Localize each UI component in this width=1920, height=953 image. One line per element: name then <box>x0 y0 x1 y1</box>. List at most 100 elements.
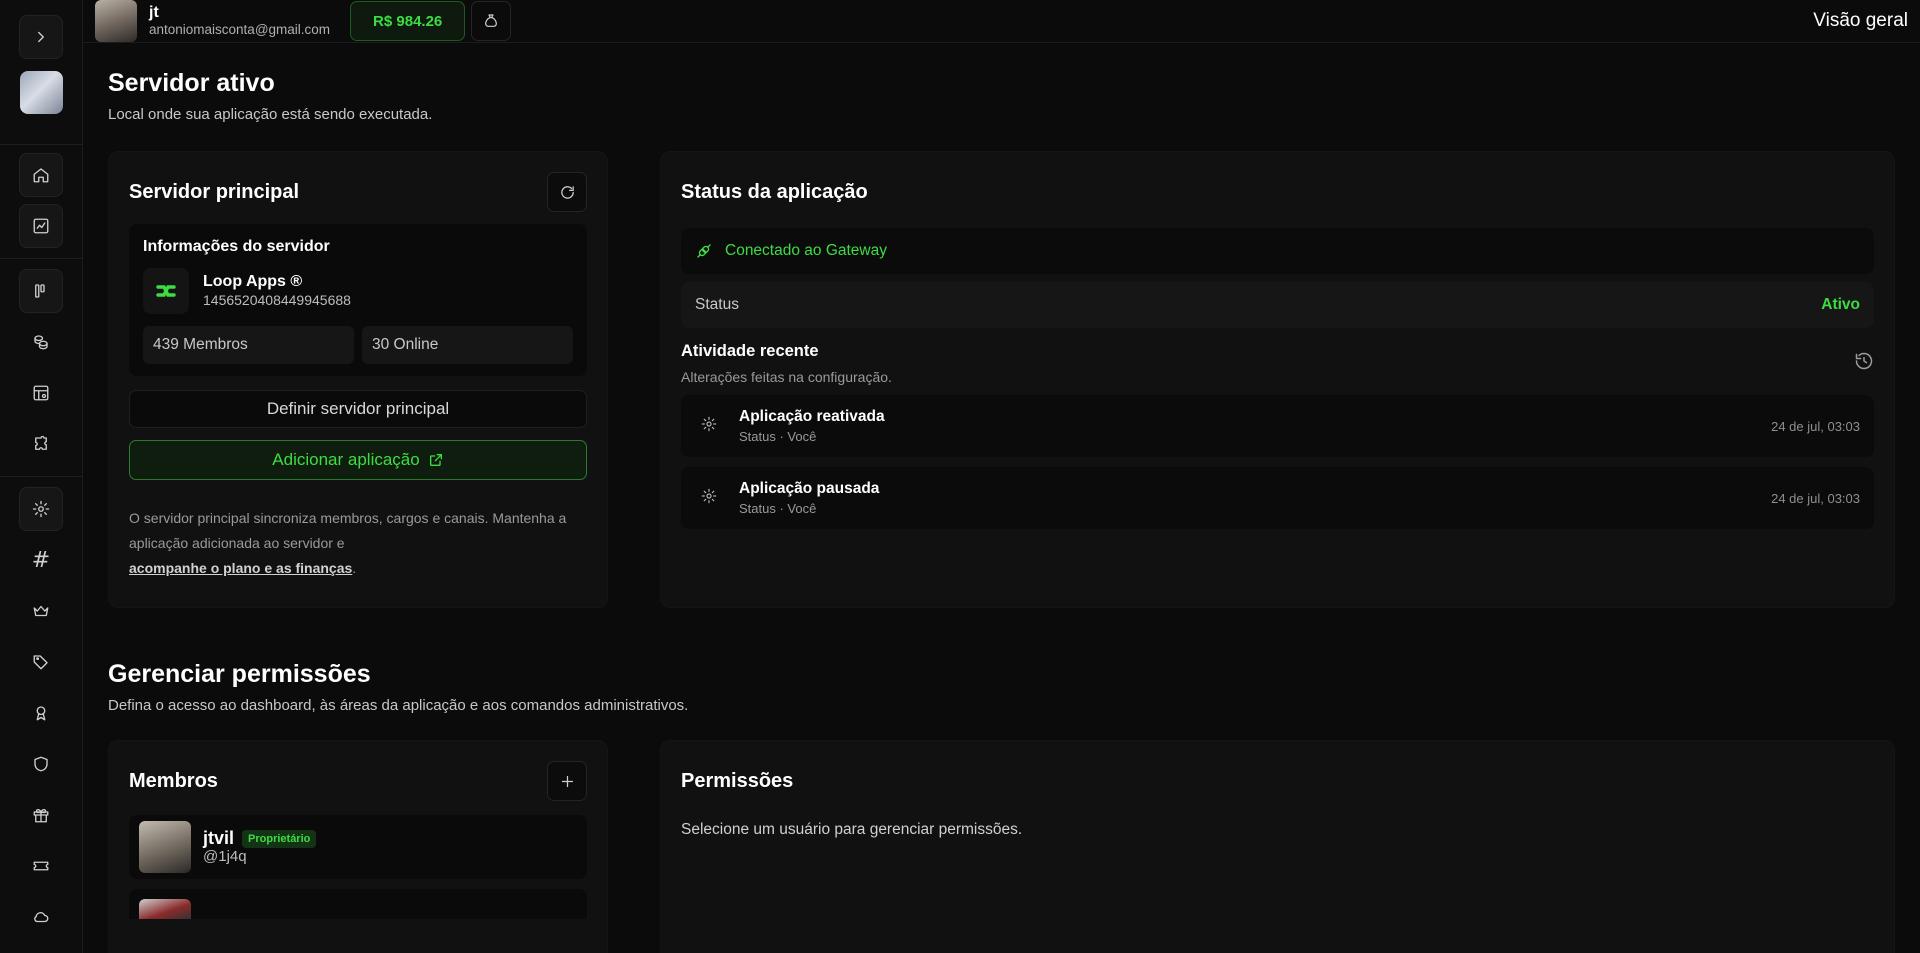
add-member-button[interactable] <box>547 761 587 801</box>
puzzle-icon <box>35 435 47 450</box>
nav-tickets[interactable] <box>19 844 63 888</box>
nav-settings[interactable] <box>19 487 63 531</box>
content: Servidor ativo Local onde sua aplicação … <box>83 43 1920 953</box>
expand-sidebar-button[interactable] <box>19 15 63 59</box>
permissions-title: Permissões <box>681 769 794 792</box>
gift-icon <box>33 808 49 823</box>
members-count: 439 Membros <box>143 326 354 364</box>
card-header: Permissões <box>681 761 1874 801</box>
owner-badge: Proprietário <box>242 829 317 848</box>
activity-name: Aplicação reativada <box>739 407 885 425</box>
nav-home[interactable] <box>19 153 63 197</box>
app-avatar[interactable] <box>19 71 63 114</box>
member-avatar <box>139 899 191 919</box>
server-name: Loop Apps ® <box>203 273 303 291</box>
wallet-button[interactable] <box>471 1 512 41</box>
nav-analytics[interactable] <box>19 204 63 248</box>
nav-layout[interactable] <box>19 371 63 415</box>
members-title: Membros <box>129 769 218 792</box>
nav-cloud[interactable] <box>19 895 63 939</box>
member-name: jtvil <box>203 827 235 848</box>
card-header: Servidor principal <box>129 172 587 212</box>
user-avatar[interactable] <box>95 0 137 42</box>
nav-gifts[interactable] <box>19 793 63 837</box>
nav-premium[interactable] <box>19 589 63 633</box>
home-icon <box>33 168 49 183</box>
server-stats: 439 Membros 30 Online <box>143 326 573 364</box>
cloud-icon <box>34 912 49 923</box>
hash-icon: # <box>31 547 51 573</box>
activity-header: Atividade recente Alterações feitas na c… <box>681 342 1874 385</box>
main-server-card: Servidor principal Informações do servid… <box>108 151 608 608</box>
gear-icon <box>701 416 717 437</box>
server-logo <box>143 268 189 314</box>
user-name: jt <box>149 4 159 22</box>
nav-group-apps <box>19 259 63 476</box>
gateway-status: Conectado ao Gateway <box>681 228 1874 274</box>
member-avatar <box>139 821 191 873</box>
hint-text: O servidor principal sincroniza membros,… <box>129 510 567 551</box>
nav-finance[interactable] <box>19 320 63 364</box>
nav-group-main <box>19 145 63 258</box>
plug-connected-icon <box>697 244 711 258</box>
refresh-button[interactable] <box>547 172 587 212</box>
nav-board[interactable] <box>19 269 63 313</box>
server-row: Servidor principal Informações do servid… <box>108 151 1895 608</box>
gear-icon <box>701 488 717 509</box>
plus-icon <box>561 775 573 787</box>
set-main-server-button[interactable]: Definir servidor principal <box>129 390 587 428</box>
money-bag-icon <box>485 14 498 27</box>
permissions-section-title: Gerenciar permissões <box>108 660 371 688</box>
card-header: Membros <box>129 761 587 801</box>
refresh-icon <box>560 185 574 199</box>
members-card: Membros jtvil Proprietário @1j4q <box>108 740 608 953</box>
member-handle: @1j4q <box>203 847 247 865</box>
card-header: Status da aplicação <box>681 172 1874 212</box>
app-status-title: Status da aplicação <box>681 180 868 203</box>
status-value: Ativo <box>1821 296 1860 313</box>
plan-finance-link[interactable]: acompanhe o plano e as finanças <box>129 560 352 576</box>
activity-meta: Status · Você <box>739 500 817 516</box>
history-button[interactable] <box>1854 351 1874 376</box>
tag-plus-icon <box>33 655 48 670</box>
user-email: antoniomaisconta@gmail.com <box>149 22 331 38</box>
topbar: jt antoniomaisconta@gmail.com R$ 984.26 … <box>83 0 1920 43</box>
external-link-icon <box>429 454 442 466</box>
app-status-card: Status da aplicação Conectado ao Gateway… <box>660 151 1895 608</box>
server-section-title: Servidor ativo <box>108 69 275 97</box>
balance-button[interactable]: R$ 984.26 <box>350 1 466 41</box>
ticket-icon <box>33 861 49 871</box>
nav-security[interactable] <box>19 742 63 786</box>
nav-integrations[interactable] <box>19 422 63 466</box>
status-label: Status <box>695 296 739 313</box>
history-icon <box>1855 352 1873 370</box>
nav-awards[interactable] <box>19 691 63 735</box>
nav-channels[interactable]: # <box>19 538 63 582</box>
shield-icon <box>34 756 48 772</box>
server-meta: Loop Apps ® 1456520408449945688 <box>203 272 351 310</box>
table-settings-icon <box>33 385 49 401</box>
activity-item: Aplicação pausada Status · Você 24 de ju… <box>681 467 1874 529</box>
permissions-empty-text: Selecione um usuário para gerenciar perm… <box>681 821 1023 838</box>
main-server-title: Servidor principal <box>129 180 300 203</box>
member-row[interactable] <box>129 889 587 919</box>
server-info-box: Informações do servidor Loop Apps ® 1456… <box>129 224 587 376</box>
main-area: jt antoniomaisconta@gmail.com R$ 984.26 … <box>83 0 1920 953</box>
permissions-row: Membros jtvil Proprietário @1j4q Permiss… <box>108 740 1895 953</box>
online-count: 30 Online <box>362 326 573 364</box>
activity-time: 24 de jul, 03:03 <box>1771 418 1860 434</box>
add-application-button[interactable]: Adicionar aplicação <box>129 440 587 480</box>
activity-name: Aplicação pausada <box>739 479 880 497</box>
nav-tags[interactable] <box>19 640 63 684</box>
permissions-card: Permissões Selecione um usuário para ger… <box>660 740 1895 953</box>
gear-icon <box>32 500 50 518</box>
chart-icon <box>33 218 49 234</box>
activity-time: 24 de jul, 03:03 <box>1771 490 1860 506</box>
member-row[interactable]: jtvil Proprietário @1j4q <box>129 815 587 879</box>
page-title: Visão geral <box>1813 10 1908 31</box>
add-application-label: Adicionar aplicação <box>272 450 420 469</box>
crown-icon <box>33 605 49 617</box>
server-identity: Loop Apps ® 1456520408449945688 <box>143 268 573 314</box>
activity-subtitle: Alterações feitas na configuração. <box>681 369 892 385</box>
server-info-title: Informações do servidor <box>143 238 330 255</box>
